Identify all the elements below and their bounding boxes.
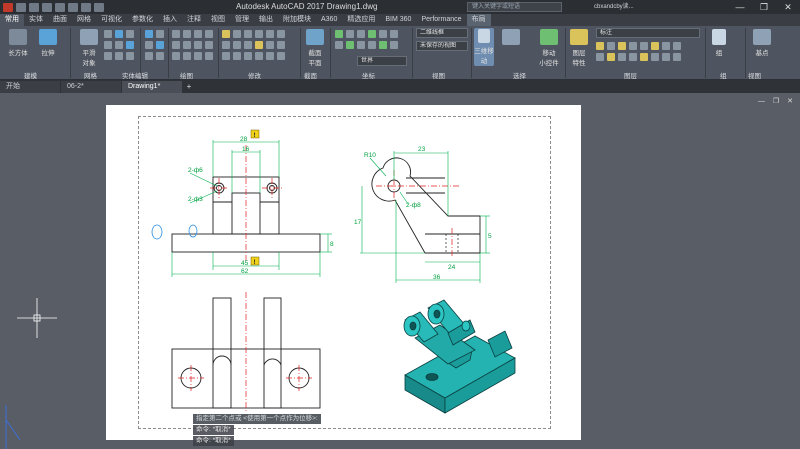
dim-5: 5 <box>488 233 492 240</box>
isometric-view <box>403 299 516 414</box>
technical-drawing: 28 16 2-ф6 2-ф3 8 45 62 ! ! R10 23 2-ф8 … <box>5 129 516 449</box>
dim-45: 45 <box>241 260 249 267</box>
dim-2-phi6: 2-ф6 <box>188 167 203 174</box>
dim-17: 17 <box>354 219 362 226</box>
warning-mark-2: ! <box>254 259 256 266</box>
command-line[interactable]: 指定第二个点或 <使用第一个点作为位移>: 命令: *取消* 命令: *取消* <box>193 414 321 447</box>
autocad-window: Autodesk AutoCAD 2017 Drawing1.dwg 键入关键字… <box>0 0 800 449</box>
dim-16: 16 <box>242 146 250 153</box>
side-view-dimensions <box>360 151 490 283</box>
selection-marker <box>151 224 198 240</box>
top-view-centerlines <box>178 292 312 412</box>
dim-23: 23 <box>418 146 426 153</box>
crosshair-cursor <box>17 298 57 338</box>
dim-36: 36 <box>433 274 441 281</box>
warning-markers <box>250 129 260 266</box>
front-view-dimensions <box>171 140 332 277</box>
command-history-line: 命令: *取消* <box>193 436 234 446</box>
warning-mark-1: ! <box>254 132 256 139</box>
command-history-line: 指定第二个点或 <使用第一个点作为位移>: <box>193 414 321 424</box>
dim-2-phi3: 2-ф3 <box>188 196 203 203</box>
ucs-icon <box>5 405 21 449</box>
dim-8: 8 <box>330 241 334 248</box>
front-view-dim-text: 28 16 2-ф6 2-ф3 8 45 62 <box>188 136 334 275</box>
front-view-centerlines <box>210 145 282 262</box>
dim-62: 62 <box>241 268 249 275</box>
side-view-dim-text: R10 23 2-ф8 17 5 24 36 <box>354 146 492 281</box>
dim-24: 24 <box>448 264 456 271</box>
command-history-line: 命令: *取消* <box>193 425 234 435</box>
dim-R10: R10 <box>364 152 376 159</box>
dim-28: 28 <box>240 136 248 143</box>
side-view <box>371 157 481 254</box>
dim-2-phi8: 2-ф8 <box>406 202 421 209</box>
